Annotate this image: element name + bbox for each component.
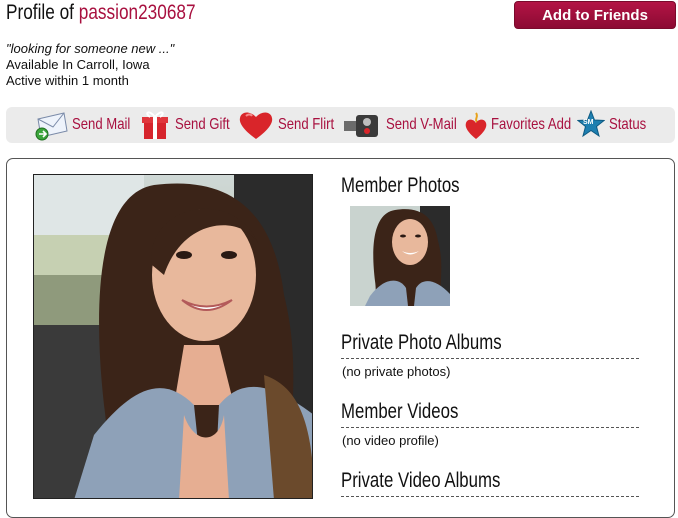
section-divider <box>341 358 639 359</box>
send-mail-label: Send Mail <box>72 116 131 133</box>
gift-icon <box>142 111 168 139</box>
send-flirt-button[interactable]: Send Flirt <box>238 107 346 143</box>
send-mail-button[interactable]: Send Mail <box>34 107 143 143</box>
send-vmail-label: Send V-Mail <box>386 116 457 133</box>
private-photos-empty-text: (no private photos) <box>342 364 451 379</box>
profile-tagline: "looking for someone new ..." <box>6 41 175 56</box>
favorite-heart-icon <box>465 112 487 139</box>
status-badge-text: SM <box>583 119 594 126</box>
heart-icon <box>239 112 273 139</box>
favorites-add-label: Favorites Add <box>491 116 572 133</box>
action-toolbar: Send Mail Send Gift Send Flirt Send V-Ma… <box>6 107 675 143</box>
send-gift-button[interactable]: Send Gift <box>140 107 242 143</box>
member-photos-heading: Member Photos <box>341 174 460 197</box>
add-to-friends-button[interactable]: Add to Friends <box>514 1 676 29</box>
section-divider <box>341 496 639 497</box>
private-video-albums-heading: Private Video Albums <box>341 469 501 492</box>
star-icon: SM <box>576 109 606 140</box>
send-gift-label: Send Gift <box>175 116 230 133</box>
page-title: Profile of passion230687 <box>6 1 196 25</box>
status-label: Status <box>609 116 647 133</box>
member-videos-empty-text: (no video profile) <box>342 433 439 448</box>
profile-photo-image <box>34 175 312 498</box>
profile-username: passion230687 <box>78 1 196 24</box>
private-photo-albums-heading: Private Photo Albums <box>341 331 502 354</box>
profile-location: Available In Carroll, Iowa <box>6 57 150 72</box>
main-profile-photo[interactable] <box>33 174 313 499</box>
send-vmail-button[interactable]: Send V-Mail <box>342 107 472 143</box>
section-divider <box>341 427 639 428</box>
status-button[interactable]: SM Status <box>576 107 654 143</box>
send-flirt-label: Send Flirt <box>278 116 335 133</box>
mail-icon <box>35 112 68 141</box>
profile-activity: Active within 1 month <box>6 73 129 88</box>
favorites-add-button[interactable]: Favorites Add <box>464 107 589 143</box>
video-camera-icon <box>344 115 378 137</box>
title-prefix: Profile of <box>6 1 74 24</box>
member-photo-thumbnail[interactable] <box>350 206 450 306</box>
thumbnail-image <box>350 206 450 306</box>
member-videos-heading: Member Videos <box>341 400 459 423</box>
